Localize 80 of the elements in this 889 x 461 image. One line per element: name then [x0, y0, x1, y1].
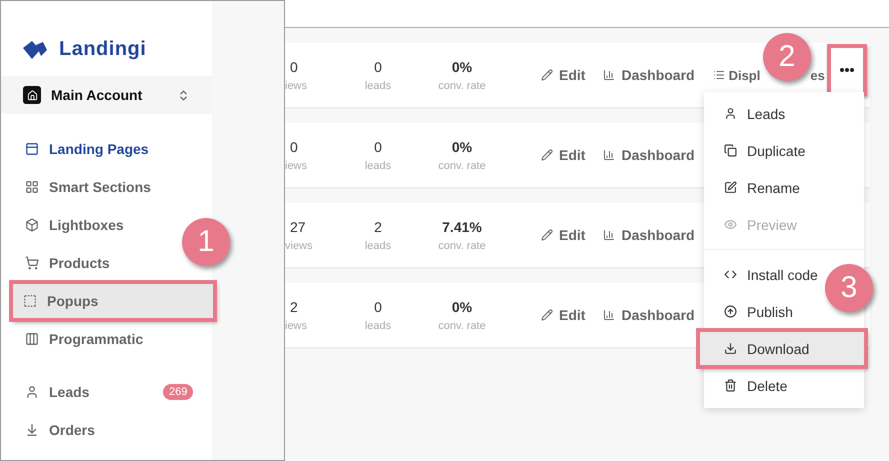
edit-link[interactable]: Edit — [541, 147, 586, 163]
dashboard-link[interactable]: Dashboard — [603, 147, 695, 163]
menu-item-icon — [724, 379, 737, 392]
dashboard-link[interactable]: Dashboard — [603, 307, 695, 323]
menu-item-icon — [724, 305, 737, 318]
menu-item-icon — [724, 181, 737, 194]
leads-label: leads — [364, 160, 392, 172]
display-rules-link[interactable]: Displ — [712, 68, 760, 82]
pencil-icon — [541, 309, 553, 321]
logo-icon — [23, 40, 49, 58]
count-badge: 269 — [163, 384, 194, 400]
dashboard-link[interactable]: Dashboard — [603, 227, 695, 243]
nav-icon — [25, 256, 39, 270]
conversion-rate: 7.41% — [442, 218, 482, 234]
menu-item-icon — [724, 342, 737, 355]
leads-label: leads — [364, 80, 392, 92]
nav-item[interactable]: Programmatic — [1, 320, 150, 358]
pencil-icon — [541, 229, 553, 241]
home-icon — [23, 86, 41, 104]
nav-icon — [25, 332, 39, 346]
chart-icon — [603, 69, 616, 81]
conversion-rate: 0% — [452, 58, 472, 74]
menu-item-icon — [724, 218, 737, 231]
nav-item[interactable]: Landing Pages — [1, 130, 155, 168]
nav-item[interactable]: Leads 269 — [1, 373, 220, 411]
account-switcher[interactable]: Main Account — [1, 76, 212, 114]
leads-count: 0 — [374, 298, 382, 314]
edit-link[interactable]: Edit — [541, 67, 586, 83]
dashboard-link[interactable]: Dashboard — [603, 67, 695, 83]
nav-icon — [25, 385, 39, 399]
nav-item[interactable]: Lightboxes — [1, 206, 130, 244]
menu-item[interactable]: Download — [698, 330, 866, 367]
menu-item[interactable]: Duplicate — [704, 132, 812, 169]
menu-item-icon — [724, 268, 737, 281]
conversion-label: conv. rate — [438, 80, 486, 92]
nav-icon — [25, 180, 39, 194]
nav-item[interactable]: Smart Sections — [1, 168, 157, 206]
logo-text: Landingi — [59, 38, 146, 61]
nav-item[interactable]: Products — [1, 244, 116, 282]
nav-icon — [25, 142, 39, 156]
views-label: iews — [285, 160, 308, 172]
leads-label: leads — [364, 240, 392, 252]
conversion-label: conv. rate — [438, 160, 486, 172]
views-label: views — [285, 240, 313, 252]
menu-item[interactable]: Publish — [704, 293, 799, 330]
views-count: 27 — [289, 218, 306, 234]
menu-item[interactable]: Rename — [704, 169, 806, 206]
conversion-label: conv. rate — [438, 240, 486, 252]
leads-label: leads — [364, 320, 392, 332]
views-label: iews — [285, 80, 308, 92]
views-count: 2 — [289, 298, 298, 314]
more-icon — [840, 68, 854, 72]
display-rules-text: es — [810, 68, 825, 82]
conversion-label: conv. rate — [438, 320, 486, 332]
menu-item-icon — [724, 107, 737, 120]
menu-item-icon — [724, 144, 737, 157]
pencil-icon — [541, 149, 553, 161]
edit-link[interactable]: Edit — [541, 227, 586, 243]
conversion-rate: 0% — [452, 138, 472, 154]
leads-count: 0 — [374, 58, 382, 74]
views-label: iews — [285, 320, 308, 332]
menu-item[interactable]: Leads — [704, 95, 792, 132]
nav-item[interactable]: Orders — [1, 411, 159, 449]
menu-item[interactable]: Install code — [704, 256, 824, 293]
leads-count: 0 — [374, 138, 382, 154]
nav-icon — [25, 423, 39, 437]
nav-item[interactable]: Popups — [11, 282, 215, 320]
menu-item[interactable]: Delete — [704, 367, 794, 404]
chart-icon — [603, 229, 616, 241]
edit-link[interactable]: Edit — [541, 307, 586, 323]
nav-icon — [25, 218, 39, 232]
leads-count: 2 — [374, 218, 382, 234]
more-button[interactable] — [827, 44, 867, 96]
chart-icon — [603, 309, 616, 321]
chart-icon — [603, 149, 616, 161]
nav-icon — [23, 294, 37, 308]
views-count: 0 — [289, 138, 298, 154]
pencil-icon — [541, 69, 553, 81]
views-count: 0 — [289, 58, 298, 74]
conversion-rate: 0% — [452, 298, 472, 314]
